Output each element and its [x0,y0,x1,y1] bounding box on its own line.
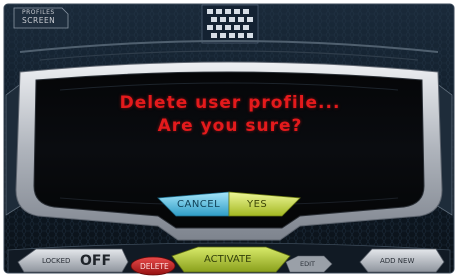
delete-button-label: DELETE [140,262,169,271]
cancel-button[interactable]: CANCEL [160,192,229,216]
locked-toggle-value: OFF [80,253,112,269]
edit-button[interactable]: EDIT [286,256,332,272]
interface-graphics [3,3,455,276]
add-new-button-label: ADD NEW [380,257,415,265]
dialog-message-line2: Are you sure? [157,116,303,136]
add-new-button[interactable]: ADD NEW [360,249,444,272]
edit-button-label: EDIT [300,260,315,268]
yes-button[interactable]: YES [229,192,298,216]
top-grid-emblem [201,4,259,44]
header-label-line2: SCREEN [22,16,56,25]
profiles-screen: PROFILES SCREEN Delete user profile... A… [0,0,458,277]
dialog-message-line1: Delete user profile... [119,93,341,113]
locked-toggle[interactable]: LOCKED OFF [18,249,128,272]
locked-toggle-label: LOCKED [42,257,71,265]
cancel-button-label: CANCEL [177,199,221,210]
activate-button-label: ACTIVATE [204,254,252,265]
activate-button[interactable]: ACTIVATE [172,247,290,272]
delete-button[interactable]: DELETE [131,257,175,275]
yes-button-label: YES [247,199,268,210]
